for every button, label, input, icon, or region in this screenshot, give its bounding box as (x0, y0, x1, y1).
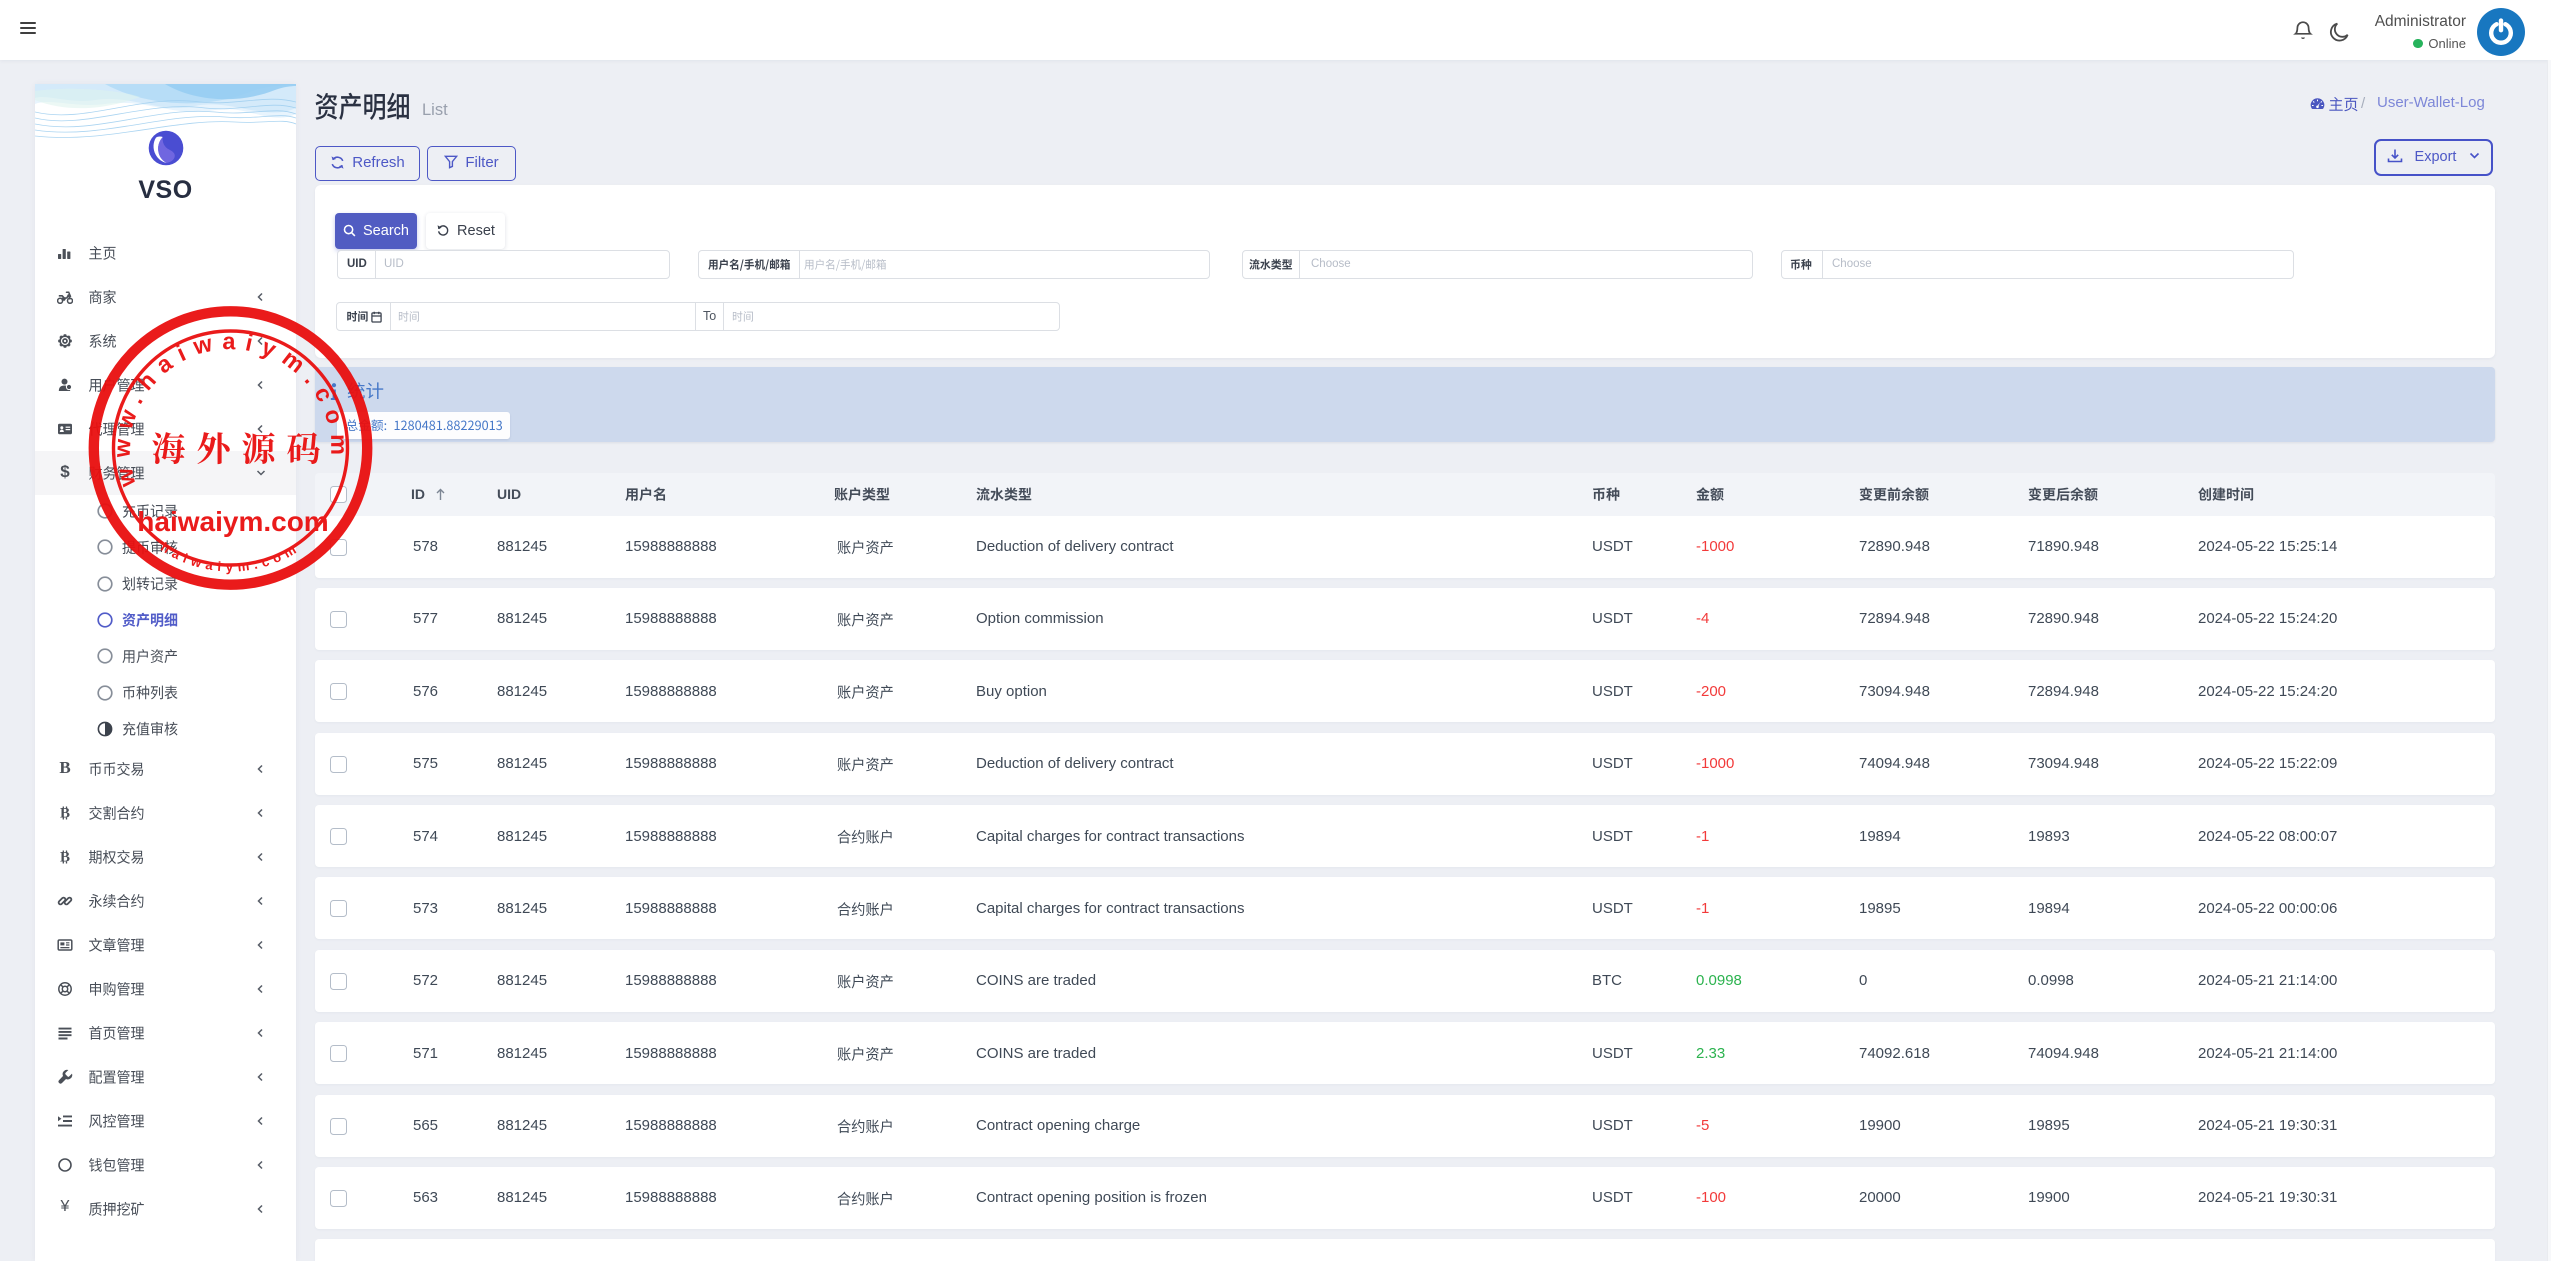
svg-text:B: B (60, 850, 70, 866)
svg-text:B: B (60, 806, 70, 822)
